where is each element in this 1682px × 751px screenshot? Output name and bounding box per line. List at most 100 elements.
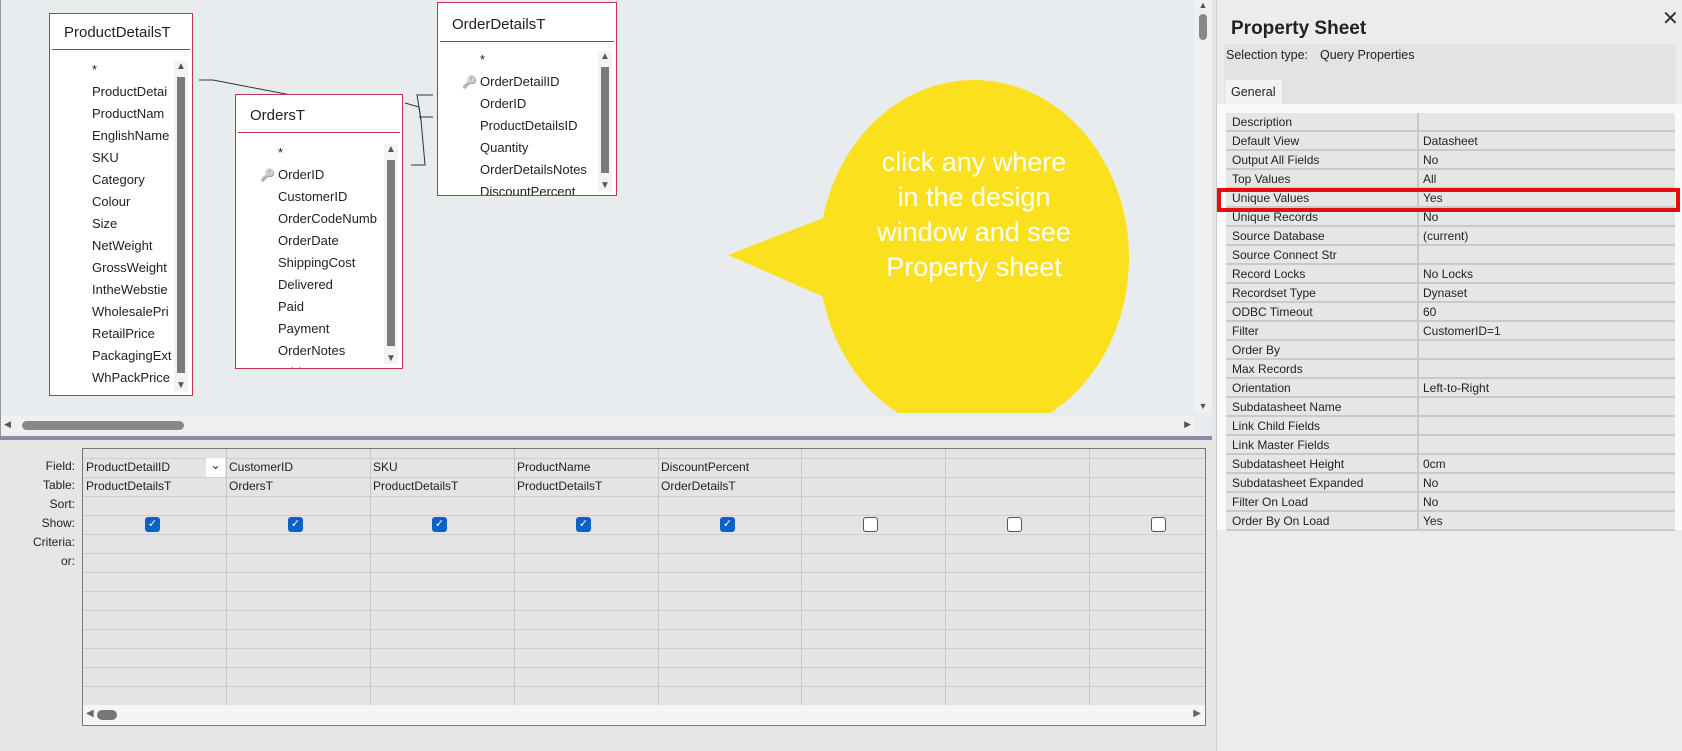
property-name: Link Child Fields (1232, 419, 1321, 433)
field-cell[interactable] (1089, 458, 1205, 477)
property-name: Subdatasheet Name (1232, 400, 1342, 414)
field-cell[interactable]: SKU (370, 458, 514, 477)
scroll-left-arrow-icon[interactable]: ◀ (4, 419, 11, 430)
property-row[interactable]: Filter On Load No (1226, 493, 1675, 512)
property-value[interactable]: No (1423, 493, 1438, 511)
property-value[interactable]: All (1423, 170, 1436, 188)
property-value[interactable]: No Locks (1423, 265, 1473, 283)
table-cell[interactable]: ProductDetailsT (514, 477, 658, 496)
scroll-down-arrow-icon[interactable]: ▼ (1194, 401, 1212, 411)
property-value[interactable]: No (1423, 151, 1438, 169)
property-name: Orientation (1232, 381, 1291, 395)
property-row[interactable]: Subdatasheet Name (1226, 398, 1675, 417)
property-row[interactable]: Output All Fields No (1226, 151, 1675, 170)
grid-row-line (83, 610, 1205, 611)
callout-line: Property sheet (886, 252, 1062, 282)
pane-splitter[interactable] (0, 436, 1212, 440)
grid-row-label: Field: (45, 459, 75, 473)
property-row[interactable]: Subdatasheet Height 0cm (1226, 455, 1675, 474)
property-row[interactable]: Max Records (1226, 360, 1675, 379)
show-checkbox[interactable]: ✓ (288, 517, 303, 532)
scroll-left-arrow-icon[interactable]: ◀ (86, 708, 94, 719)
grid-horizontal-scrollbar[interactable]: ◀ ▶ (83, 705, 1205, 725)
field-dropdown-chevron-icon[interactable]: ⌄ (206, 458, 225, 477)
table-cell[interactable]: ProductDetailsT (83, 477, 227, 496)
property-row[interactable]: Filter CustomerID=1 (1226, 322, 1675, 341)
table-cell[interactable] (1089, 477, 1205, 496)
table-cell[interactable]: OrdersT (226, 477, 370, 496)
show-checkbox[interactable]: ✓ (432, 517, 447, 532)
show-checkbox[interactable]: ✓ (576, 517, 591, 532)
show-checkbox[interactable] (863, 517, 878, 532)
table-cell[interactable] (945, 477, 1089, 496)
property-value[interactable]: No (1423, 474, 1438, 492)
property-sheet-title: Property Sheet (1231, 18, 1367, 39)
property-row[interactable]: Record Locks No Locks (1226, 265, 1675, 284)
property-row[interactable]: Source Database (current) (1226, 227, 1675, 246)
scroll-right-arrow-icon[interactable]: ▶ (1193, 708, 1201, 719)
property-row[interactable]: Subdatasheet Expanded No (1226, 474, 1675, 493)
show-checkbox[interactable] (1151, 517, 1166, 532)
scroll-up-arrow-icon[interactable]: ▲ (1194, 0, 1212, 10)
table-cell[interactable]: ProductDetailsT (370, 477, 514, 496)
property-row[interactable]: Top Values All (1226, 170, 1675, 189)
column-divider (1417, 303, 1419, 322)
property-value[interactable]: 60 (1423, 303, 1436, 321)
scroll-thumb[interactable] (97, 710, 117, 720)
close-icon[interactable]: ✕ (1662, 6, 1679, 31)
grid-row-label: Table: (42, 478, 75, 492)
column-divider (1417, 341, 1419, 360)
property-row[interactable]: Order By (1226, 341, 1675, 360)
design-vertical-scrollbar[interactable]: ▲ ▼ (1194, 0, 1212, 413)
show-checkbox[interactable] (1007, 517, 1022, 532)
table-cell[interactable]: OrderDetailsT (658, 477, 802, 496)
grid-row-label: Criteria: (32, 535, 75, 549)
scroll-right-arrow-icon[interactable]: ▶ (1184, 419, 1191, 430)
property-row[interactable]: ODBC Timeout 60 (1226, 303, 1675, 322)
property-value[interactable]: CustomerID=1 (1423, 322, 1501, 340)
selection-type-value: Query Properties (1320, 48, 1415, 62)
property-value[interactable]: Yes (1423, 512, 1443, 530)
field-cell[interactable]: DiscountPercent (658, 458, 802, 477)
grid-row-line (83, 496, 1205, 497)
property-name: Order By (1232, 343, 1281, 357)
scroll-thumb[interactable] (22, 421, 184, 430)
show-checkbox[interactable]: ✓ (720, 517, 735, 532)
query-design-pane[interactable]: ProductDetailsT * ProductDetai ProductNam En… (0, 0, 1212, 436)
show-checkbox[interactable]: ✓ (145, 517, 160, 532)
field-cell[interactable]: CustomerID (226, 458, 370, 477)
field-cell[interactable]: ProductName (514, 458, 658, 477)
field-cell[interactable] (801, 458, 945, 477)
property-name: ODBC Timeout (1232, 305, 1313, 319)
callout-line: in the design (897, 182, 1051, 212)
property-row[interactable]: Source Connect Str (1226, 246, 1675, 265)
property-value[interactable]: 0cm (1423, 455, 1446, 473)
field-cell[interactable] (945, 458, 1089, 477)
property-value[interactable]: Datasheet (1423, 132, 1478, 150)
design-horizontal-scrollbar[interactable]: ◀ ▶ (1, 416, 1194, 434)
column-divider (1417, 379, 1419, 398)
table-cell[interactable] (801, 477, 945, 496)
query-design-grid[interactable]: ProductDetailID ProductDetailsT ✓ CustomerI… (82, 448, 1206, 726)
property-row[interactable]: Order By On Load Yes (1226, 512, 1675, 531)
property-row[interactable]: Orientation Left-to-Right (1226, 379, 1675, 398)
property-row[interactable]: Default View Datasheet (1226, 132, 1675, 151)
column-divider (1417, 493, 1419, 512)
callout-line: click any where (881, 147, 1067, 177)
property-name: Description (1232, 115, 1293, 129)
column-divider (1417, 417, 1419, 436)
scroll-thumb[interactable] (1199, 14, 1207, 40)
property-value[interactable]: Dynaset (1423, 284, 1467, 302)
column-divider (1417, 398, 1419, 417)
tab-general[interactable]: General (1225, 80, 1282, 104)
property-name: Link Master Fields (1232, 438, 1330, 452)
grid-row-line (83, 515, 1205, 516)
property-row[interactable]: Description (1226, 113, 1675, 132)
grid-row-line (83, 572, 1205, 573)
property-row[interactable]: Link Master Fields (1226, 436, 1675, 455)
property-name: Subdatasheet Height (1232, 457, 1345, 471)
property-row[interactable]: Link Child Fields (1226, 417, 1675, 436)
property-value[interactable]: (current) (1423, 227, 1468, 245)
property-value[interactable]: Left-to-Right (1423, 379, 1489, 397)
property-row[interactable]: Recordset Type Dynaset (1226, 284, 1675, 303)
